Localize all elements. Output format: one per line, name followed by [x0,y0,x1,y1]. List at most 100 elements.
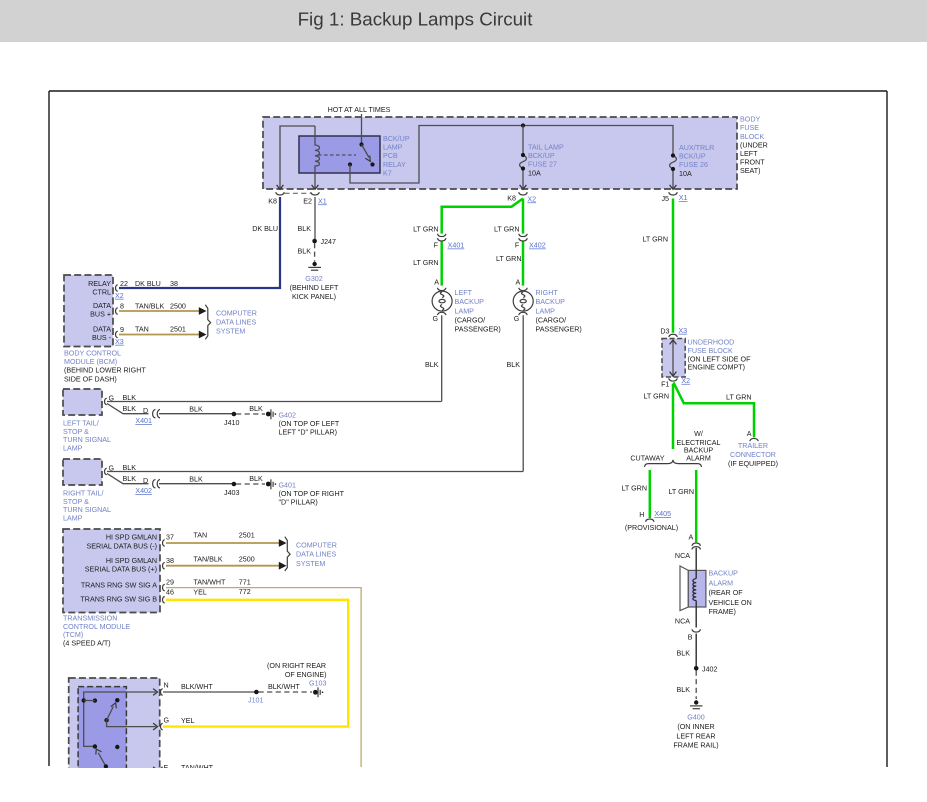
svg-text:LEFT: LEFT [740,150,758,158]
svg-text:BLK: BLK [425,361,439,369]
svg-text:FRAME): FRAME) [709,608,736,616]
svg-text:COMPUTER: COMPUTER [296,541,337,549]
svg-text:LT GRN: LT GRN [413,225,439,233]
svg-text:X402: X402 [135,487,152,495]
svg-text:BLK: BLK [249,405,263,413]
svg-text:772: 772 [239,588,251,596]
svg-text:9: 9 [120,326,124,334]
svg-text:LT GRN: LT GRN [621,485,647,493]
svg-text:A: A [516,279,521,287]
svg-text:(ON INNER: (ON INNER [677,723,714,731]
svg-text:MODULE (BCM): MODULE (BCM) [64,358,117,366]
svg-text:X1: X1 [318,197,327,205]
svg-text:ENGINE COMPT): ENGINE COMPT) [688,364,746,372]
svg-text:X2: X2 [527,195,536,203]
svg-text:SEAT): SEAT) [740,167,761,175]
svg-text:BLK: BLK [298,248,312,256]
svg-text:X401: X401 [448,242,465,250]
svg-text:DATA: DATA [93,302,111,310]
svg-text:LT GRN: LT GRN [642,236,668,244]
svg-text:X402: X402 [529,242,546,250]
svg-text:NCA: NCA [675,618,690,626]
svg-text:BLK: BLK [123,475,137,483]
svg-text:FRONT: FRONT [740,159,765,167]
svg-text:TAN/BLK: TAN/BLK [135,303,164,311]
svg-text:(IF EQUIPPED): (IF EQUIPPED) [728,460,778,468]
svg-text:BACKUP: BACKUP [455,298,485,306]
svg-text:BACKUP: BACKUP [536,298,566,306]
svg-text:F: F [515,242,520,250]
svg-text:B: B [688,634,693,642]
svg-text:BLK: BLK [189,476,203,484]
svg-text:CUTAWAY: CUTAWAY [630,455,664,463]
svg-text:J402: J402 [702,666,718,674]
svg-text:FUSE 26: FUSE 26 [679,161,708,169]
svg-text:STOP &: STOP & [63,498,89,506]
svg-text:FUSE BLOCK: FUSE BLOCK [688,347,733,355]
svg-text:LT GRN: LT GRN [668,488,694,496]
svg-text:DATA LINES: DATA LINES [216,319,256,327]
svg-text:TAN: TAN [193,532,207,540]
svg-text:TRANSMISSION: TRANSMISSION [63,615,117,623]
svg-text:LEFT "D" PILLAR): LEFT "D" PILLAR) [279,429,338,437]
svg-text:J101: J101 [248,697,264,705]
svg-text:10A: 10A [528,170,541,178]
svg-text:SERIAL DATA BUS (+): SERIAL DATA BUS (+) [85,566,157,574]
svg-text:LT GRN: LT GRN [726,393,752,401]
svg-text:G: G [164,717,170,725]
svg-text:G302: G302 [305,275,322,283]
svg-text:K8: K8 [268,197,277,205]
svg-text:N: N [164,682,169,690]
svg-text:TRANS RNG SW SIG B: TRANS RNG SW SIG B [80,596,157,604]
svg-text:G103: G103 [309,680,326,688]
svg-text:BLK/WHT: BLK/WHT [181,683,213,691]
svg-text:LAMP: LAMP [383,144,403,152]
svg-text:LAMP: LAMP [63,514,83,522]
svg-text:38: 38 [166,557,174,565]
svg-text:E: E [164,764,169,772]
svg-text:BACKUP: BACKUP [684,447,714,455]
svg-text:PASSENGER): PASSENGER) [455,326,501,334]
svg-text:X1: X1 [679,194,688,202]
svg-text:DATA: DATA [93,326,111,334]
svg-text:X3: X3 [678,327,687,335]
svg-text:X405: X405 [654,510,671,518]
svg-text:DATA LINES: DATA LINES [296,551,336,559]
svg-text:F: F [434,242,439,250]
svg-text:J410: J410 [224,419,240,427]
svg-text:RELAY: RELAY [383,161,406,169]
svg-text:ALARM: ALARM [686,455,711,463]
svg-text:TAN: TAN [135,326,149,334]
svg-text:BLK: BLK [249,475,263,483]
svg-text:FUSE 27: FUSE 27 [528,161,557,169]
svg-text:2501: 2501 [170,326,186,334]
svg-text:G402: G402 [279,411,296,419]
svg-text:2501: 2501 [239,532,255,540]
svg-text:K7: K7 [383,169,392,177]
svg-text:UNDERHOOD: UNDERHOOD [688,339,735,347]
svg-text:(BEHIND LEFT: (BEHIND LEFT [290,284,339,292]
svg-text:BLK: BLK [123,405,137,413]
svg-text:A: A [747,430,752,438]
svg-text:LEFT TAIL/: LEFT TAIL/ [63,420,99,428]
svg-text:ALARM: ALARM [709,580,734,588]
svg-text:TAN/WHT: TAN/WHT [193,578,226,586]
svg-text:TAIL LAMP: TAIL LAMP [528,144,564,152]
svg-text:37: 37 [166,534,174,542]
svg-text:(4 SPEED A/T): (4 SPEED A/T) [63,640,111,648]
svg-text:BODY: BODY [740,116,760,124]
svg-text:PCB: PCB [383,152,398,160]
svg-text:BLK: BLK [189,406,203,414]
svg-text:OF ENGINE): OF ENGINE) [285,671,327,679]
svg-text:SIDE OF DASH): SIDE OF DASH) [64,376,117,384]
svg-text:DK BLU: DK BLU [135,280,161,288]
svg-text:TAN/WHT: TAN/WHT [181,764,214,772]
svg-text:8: 8 [120,303,124,311]
svg-text:LEFT REAR: LEFT REAR [676,733,715,741]
svg-text:TAN/BLK: TAN/BLK [193,556,222,564]
svg-text:BODY CONTROL: BODY CONTROL [64,350,121,358]
svg-text:LT GRN: LT GRN [496,255,522,263]
svg-text:(ON RIGHT REAR: (ON RIGHT REAR [267,662,326,670]
svg-text:BUS -: BUS - [92,334,112,342]
svg-text:(TCM): (TCM) [63,631,83,639]
